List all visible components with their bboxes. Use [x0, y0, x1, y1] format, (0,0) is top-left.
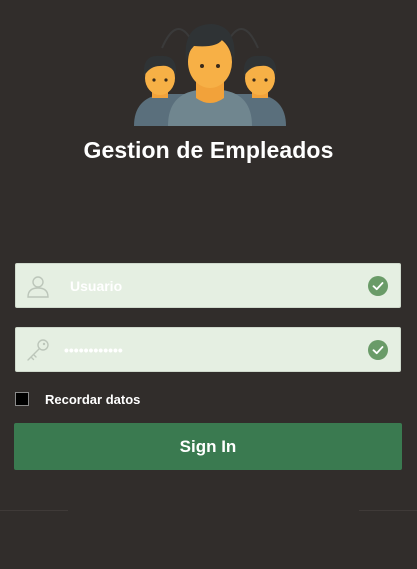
remember-me[interactable]: Recordar datos [15, 391, 140, 407]
password-input[interactable] [64, 328, 364, 371]
username-input[interactable] [70, 264, 370, 307]
username-field[interactable] [15, 263, 401, 308]
login-screen: Gestion de Empleados Recordar datos Sign… [0, 0, 417, 569]
check-circle-icon [368, 276, 388, 296]
remember-checkbox[interactable] [15, 392, 29, 406]
remember-label: Recordar datos [45, 391, 141, 407]
sign-in-button[interactable]: Sign In [14, 423, 402, 470]
check-circle-icon [368, 340, 388, 360]
employees-group-icon [134, 24, 286, 126]
app-title: Gestion de Empleados [83, 137, 334, 163]
divider-left [0, 510, 68, 511]
key-icon [27, 339, 49, 361]
password-field[interactable] [15, 327, 401, 372]
user-icon [27, 276, 49, 298]
divider-right [359, 510, 417, 511]
